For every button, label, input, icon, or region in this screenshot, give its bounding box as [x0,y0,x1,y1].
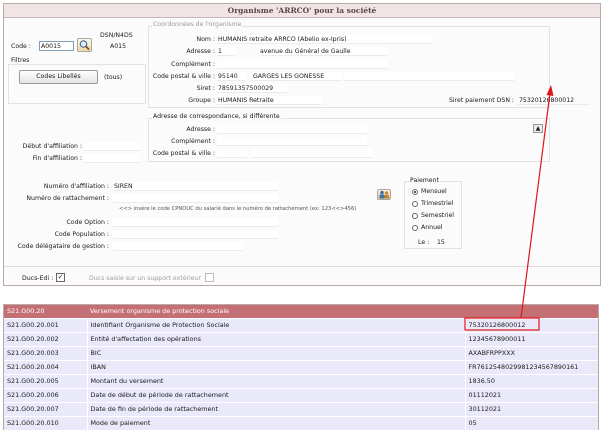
annotation-arrow-line [520,92,551,319]
highlight-box [464,317,540,331]
annotation-overlay [464,85,554,331]
annotation-arrow-head [546,85,554,96]
